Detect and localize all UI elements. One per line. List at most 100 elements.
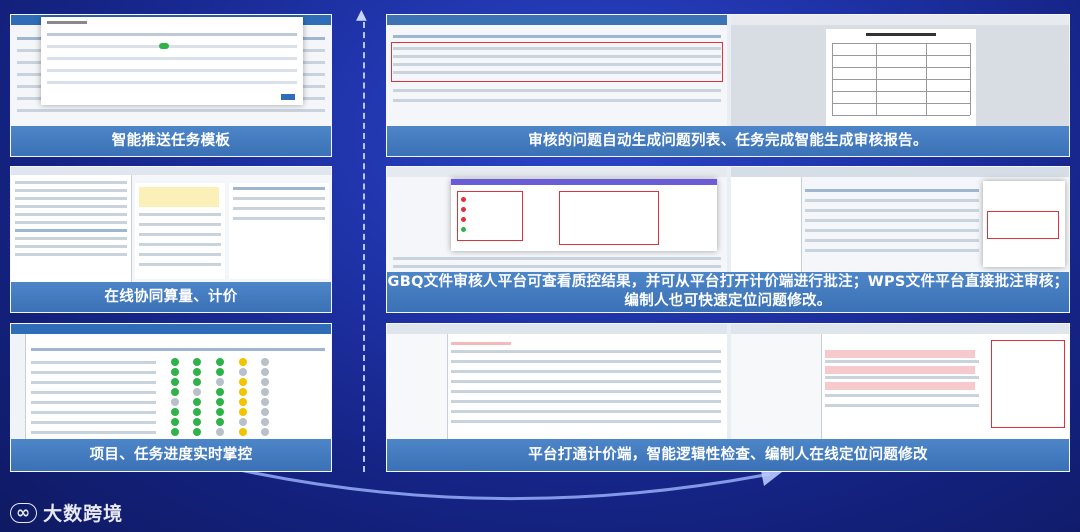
- timeline-dashed-line: [363, 22, 365, 472]
- table-row: [31, 381, 156, 384]
- template-dialog[interactable]: [41, 17, 303, 105]
- nav-rail[interactable]: [11, 334, 26, 441]
- brand-name: 大数跨境: [43, 503, 124, 525]
- wps-toolbar: [731, 167, 1069, 177]
- status-dot: [216, 418, 224, 426]
- status-dot: [193, 378, 201, 386]
- app-toolbar: [11, 167, 331, 175]
- table-row: [393, 55, 721, 58]
- status-dot: [261, 418, 269, 426]
- panel-progress-tracking: 项目、任务进度实时掌控: [10, 323, 332, 472]
- status-dot: [261, 388, 269, 396]
- status-dot: [216, 428, 224, 436]
- caption-template-push: 智能推送任务模板: [11, 126, 331, 156]
- table-row: [31, 361, 156, 364]
- panel-logic-check: 平台打通计价端，智能逻辑性检查、编制人在线定位问题修改: [386, 323, 1070, 472]
- caption-issue-report: 审核的问题自动生成问题列表、任务完成智能生成审核报告。: [387, 126, 1069, 156]
- table-row: [393, 257, 721, 260]
- screenshot-gbq-review: [387, 167, 727, 274]
- table-row: [31, 421, 156, 424]
- annotation-highlight: [559, 191, 659, 245]
- locate-highlight: [991, 340, 1065, 428]
- screenshot-audit-report: [731, 15, 1069, 128]
- table-row: [31, 391, 156, 394]
- project-tree[interactable]: [11, 175, 132, 284]
- table-row: [393, 99, 721, 102]
- caption-online-pricing: 在线协同算量、计价: [11, 282, 331, 312]
- toggle-switch[interactable]: [159, 43, 169, 49]
- quantity-table[interactable]: [135, 183, 225, 279]
- screenshot-wps-review: [731, 167, 1069, 274]
- table-header: [393, 35, 721, 38]
- status-dot: [239, 388, 247, 396]
- status-dot: [239, 408, 247, 416]
- status-dot: [216, 408, 224, 416]
- arrow-up-icon: ▲: [356, 7, 367, 23]
- status-dot: [216, 378, 224, 386]
- status-dot: [261, 408, 269, 416]
- status-dot: [239, 428, 247, 436]
- screenshot-locate-issue: [731, 324, 1069, 441]
- table-row: [17, 109, 325, 112]
- status-dot: [261, 358, 269, 366]
- table-row: [31, 411, 156, 414]
- status-dot: [193, 388, 201, 396]
- app-header: [11, 324, 331, 334]
- table-header: [31, 348, 325, 351]
- status-dot: [171, 378, 179, 386]
- status-dot: [193, 408, 201, 416]
- table-row: [393, 265, 721, 268]
- caption-logic-check: 平台打通计价端，智能逻辑性检查、编制人在线定位问题修改: [387, 439, 1069, 471]
- table-row: [393, 63, 721, 66]
- status-dot: [261, 398, 269, 406]
- status-dot: [193, 418, 201, 426]
- status-dot: [171, 368, 179, 376]
- status-dot: [171, 398, 179, 406]
- screenshot-progress-table: [11, 324, 331, 441]
- price-table[interactable]: [229, 183, 329, 279]
- comment-highlight: [987, 211, 1059, 239]
- table-row: [393, 71, 721, 74]
- panel-gbq-review: GBQ文件审核人平台可查看质控结果，并可从平台打开计价端进行批注；WPS文件平台…: [386, 166, 1070, 313]
- status-dot: [239, 398, 247, 406]
- status-dot: [261, 368, 269, 376]
- screenshot-template-push: [11, 15, 331, 128]
- project-tree[interactable]: [731, 334, 822, 441]
- status-dot: [193, 428, 201, 436]
- confirm-button[interactable]: [281, 94, 295, 100]
- check-result-highlight: [457, 191, 523, 241]
- app-toolbar: [731, 324, 1069, 334]
- status-dot: [239, 418, 247, 426]
- status-dot: [171, 388, 179, 396]
- status-dot: [261, 378, 269, 386]
- status-dot: [261, 428, 269, 436]
- status-dot: [193, 358, 201, 366]
- caption-progress-tracking: 项目、任务进度实时掌控: [11, 439, 331, 471]
- app-header: [387, 15, 727, 25]
- status-dot: [171, 428, 179, 436]
- panel-online-pricing: 在线协同算量、计价: [10, 166, 332, 313]
- brand-logo: ∞ 大数跨境: [10, 499, 123, 526]
- status-dot: [216, 388, 224, 396]
- comment-panel[interactable]: [983, 181, 1065, 267]
- status-dot: [216, 398, 224, 406]
- table-row: [31, 371, 156, 374]
- table-row: [31, 401, 156, 404]
- table-row: [31, 431, 156, 434]
- panel-template-push: 智能推送任务模板: [10, 14, 332, 157]
- status-dot: [239, 368, 247, 376]
- status-dot: [171, 408, 179, 416]
- report-document: [826, 29, 976, 128]
- caption-gbq-review: GBQ文件审核人平台可查看质控结果，并可从平台打开计价端进行批注；WPS文件平台…: [387, 272, 1069, 312]
- app-toolbar: [387, 324, 727, 334]
- quality-check-dialog[interactable]: [451, 179, 717, 251]
- link-logo-icon: ∞: [10, 502, 38, 523]
- wps-tree[interactable]: [731, 177, 802, 274]
- screenshot-issue-list: [387, 15, 727, 128]
- screenshot-logic-check: [387, 324, 727, 441]
- status-dot: [171, 358, 179, 366]
- screenshot-pricing-tree: [11, 167, 331, 284]
- issue-tree[interactable]: [387, 334, 448, 441]
- viewer-toolbar: [731, 15, 1069, 25]
- status-dot: [216, 368, 224, 376]
